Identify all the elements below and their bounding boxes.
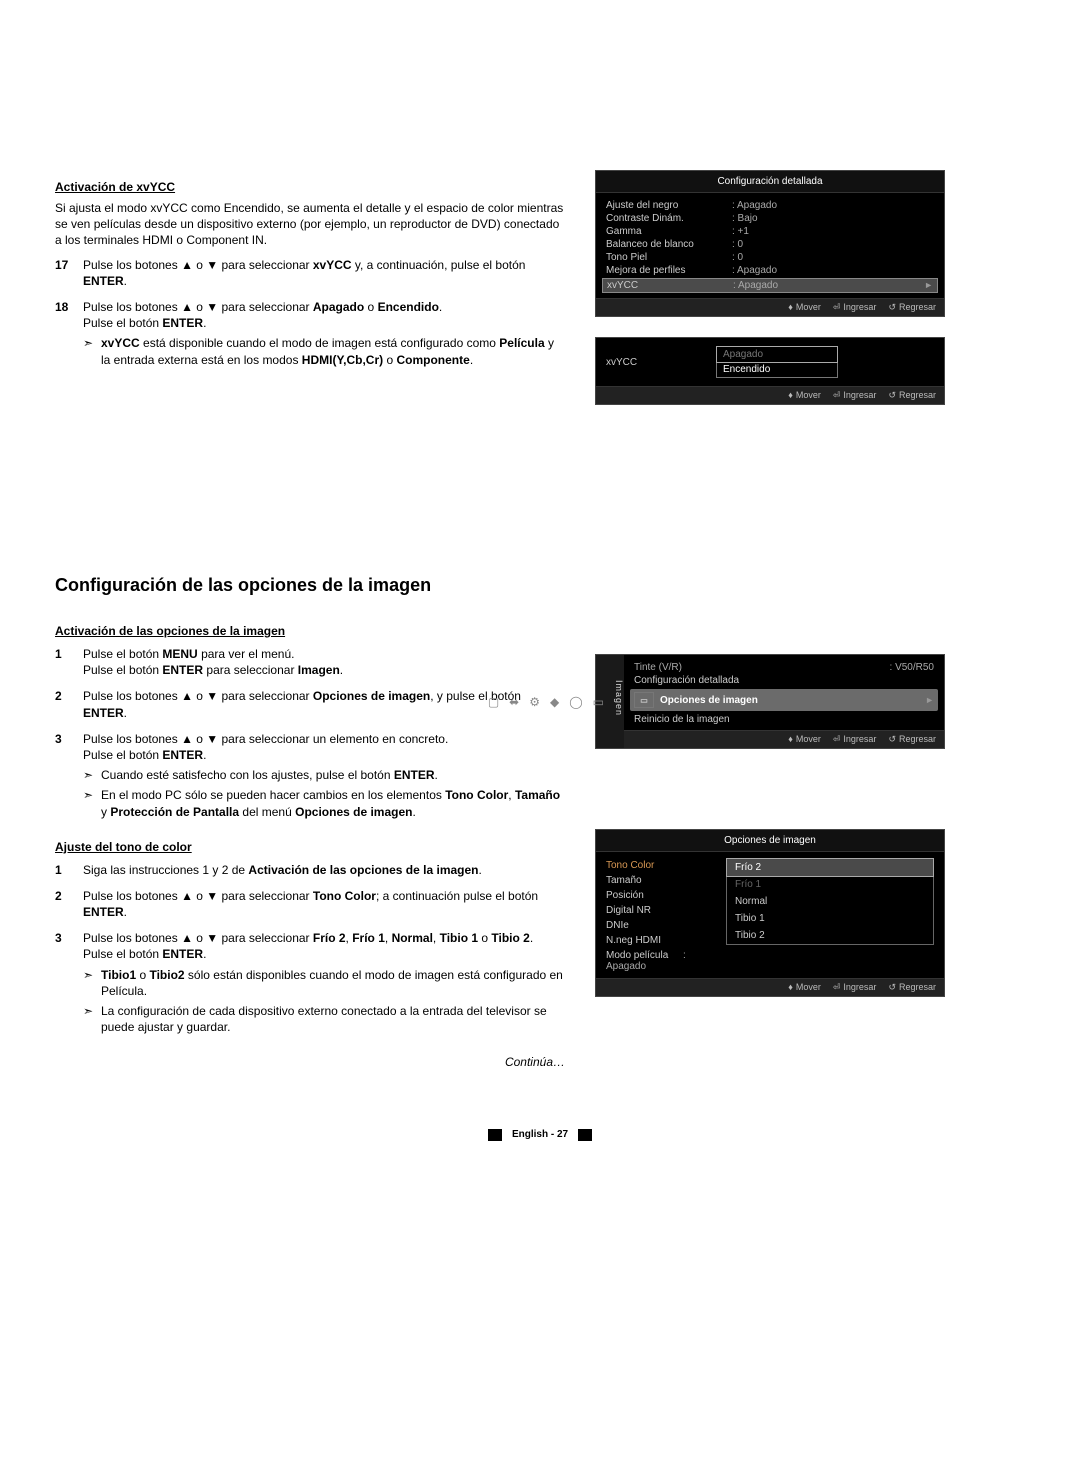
subhead-activacion-opciones: Activación de las opciones de la imagen <box>55 624 565 638</box>
osd1-row-xvycc: xvYCC : Apagado <box>602 278 938 293</box>
regresar-hint: Regresar <box>888 302 936 313</box>
main-column-2: Activación de las opciones de la imagen … <box>55 614 565 1069</box>
side-column-2: Imagen ▭ ◯ ◆ ⚙ ⬌ ▢ Tinte (V/R) : V50/R50… <box>595 614 945 1069</box>
sound-icon: ◯ <box>569 695 582 709</box>
input-icon: ⬌ <box>509 695 519 709</box>
s2-step-2: 2 Pulse los botones ▲ o ▼ para seleccion… <box>55 888 565 920</box>
osd2-opt-apagado: Apagado <box>716 346 838 363</box>
s1-step-3: 3 Pulse los botones ▲ o ▼ para seleccion… <box>55 731 565 820</box>
setup-icon: ⚙ <box>529 695 540 709</box>
osd-imagen-menu: Imagen ▭ ◯ ◆ ⚙ ⬌ ▢ Tinte (V/R) : V50/R50… <box>595 654 945 749</box>
step-17: 17 Pulse los botones ▲ o ▼ para seleccio… <box>55 257 565 289</box>
mover-hint: Mover <box>788 302 821 313</box>
osd-config-detallada: Configuración detallada Ajuste del negro… <box>595 170 945 317</box>
osd4-title: Opciones de imagen <box>596 830 944 852</box>
arrow-right-icon <box>924 280 933 291</box>
osd4-tono-color: Tono Color <box>606 858 716 873</box>
osd-opciones-imagen: Opciones de imagen Tono Color Tamaño Pos… <box>595 829 945 997</box>
osd2-opt-encendido: Encendido <box>717 362 837 377</box>
s2-step-1: 1 Siga las instrucciones 1 y 2 de Activa… <box>55 862 565 878</box>
osd4-opt-frio2: Frío 2 <box>726 858 934 877</box>
manual-page: Activación de xvYCC Si ajusta el modo xv… <box>0 0 1080 1201</box>
page-footer: English - 27 <box>55 1129 1025 1141</box>
channel-icon: ◆ <box>550 695 559 709</box>
s1-step-1: 1 Pulse el botón MENU para ver el menú. … <box>55 646 565 678</box>
ingresar-hint: Ingresar <box>833 302 877 313</box>
heading-xvycc: Activación de xvYCC <box>55 180 565 194</box>
arrow-right-icon <box>925 695 934 706</box>
continua-label: Continúa… <box>55 1055 565 1069</box>
s2-step-3: 3 Pulse los botones ▲ o ▼ para seleccion… <box>55 930 565 1035</box>
app-icon: ▢ <box>488 695 499 709</box>
main-column-1: Activación de xvYCC Si ajusta el modo xv… <box>55 170 565 425</box>
osd1-title: Configuración detallada <box>596 171 944 193</box>
subhead-ajuste-tono: Ajuste del tono de color <box>55 840 565 854</box>
side-column-1: Configuración detallada Ajuste del negro… <box>595 170 945 425</box>
picture-icon: ▭ <box>593 695 604 709</box>
heading-config-imagen: Configuración de las opciones de la imag… <box>55 575 1025 596</box>
osd3-selected: ▭ Opciones de imagen <box>630 689 938 711</box>
step-18: 18 Pulse los botones ▲ o ▼ para seleccio… <box>55 299 565 368</box>
intro-xvycc: Si ajusta el modo xvYCC como Encendido, … <box>55 200 565 249</box>
picture-icon: ▭ <box>634 692 654 708</box>
osd-imagen-icon-bar: Imagen ▭ ◯ ◆ ⚙ ⬌ ▢ <box>596 655 624 748</box>
osd-xvycc-select: xvYCC Apagado Encendido Mover Ingresar R… <box>595 337 945 405</box>
step-18-note: xvYCC está disponible cuando el modo de … <box>83 335 565 367</box>
